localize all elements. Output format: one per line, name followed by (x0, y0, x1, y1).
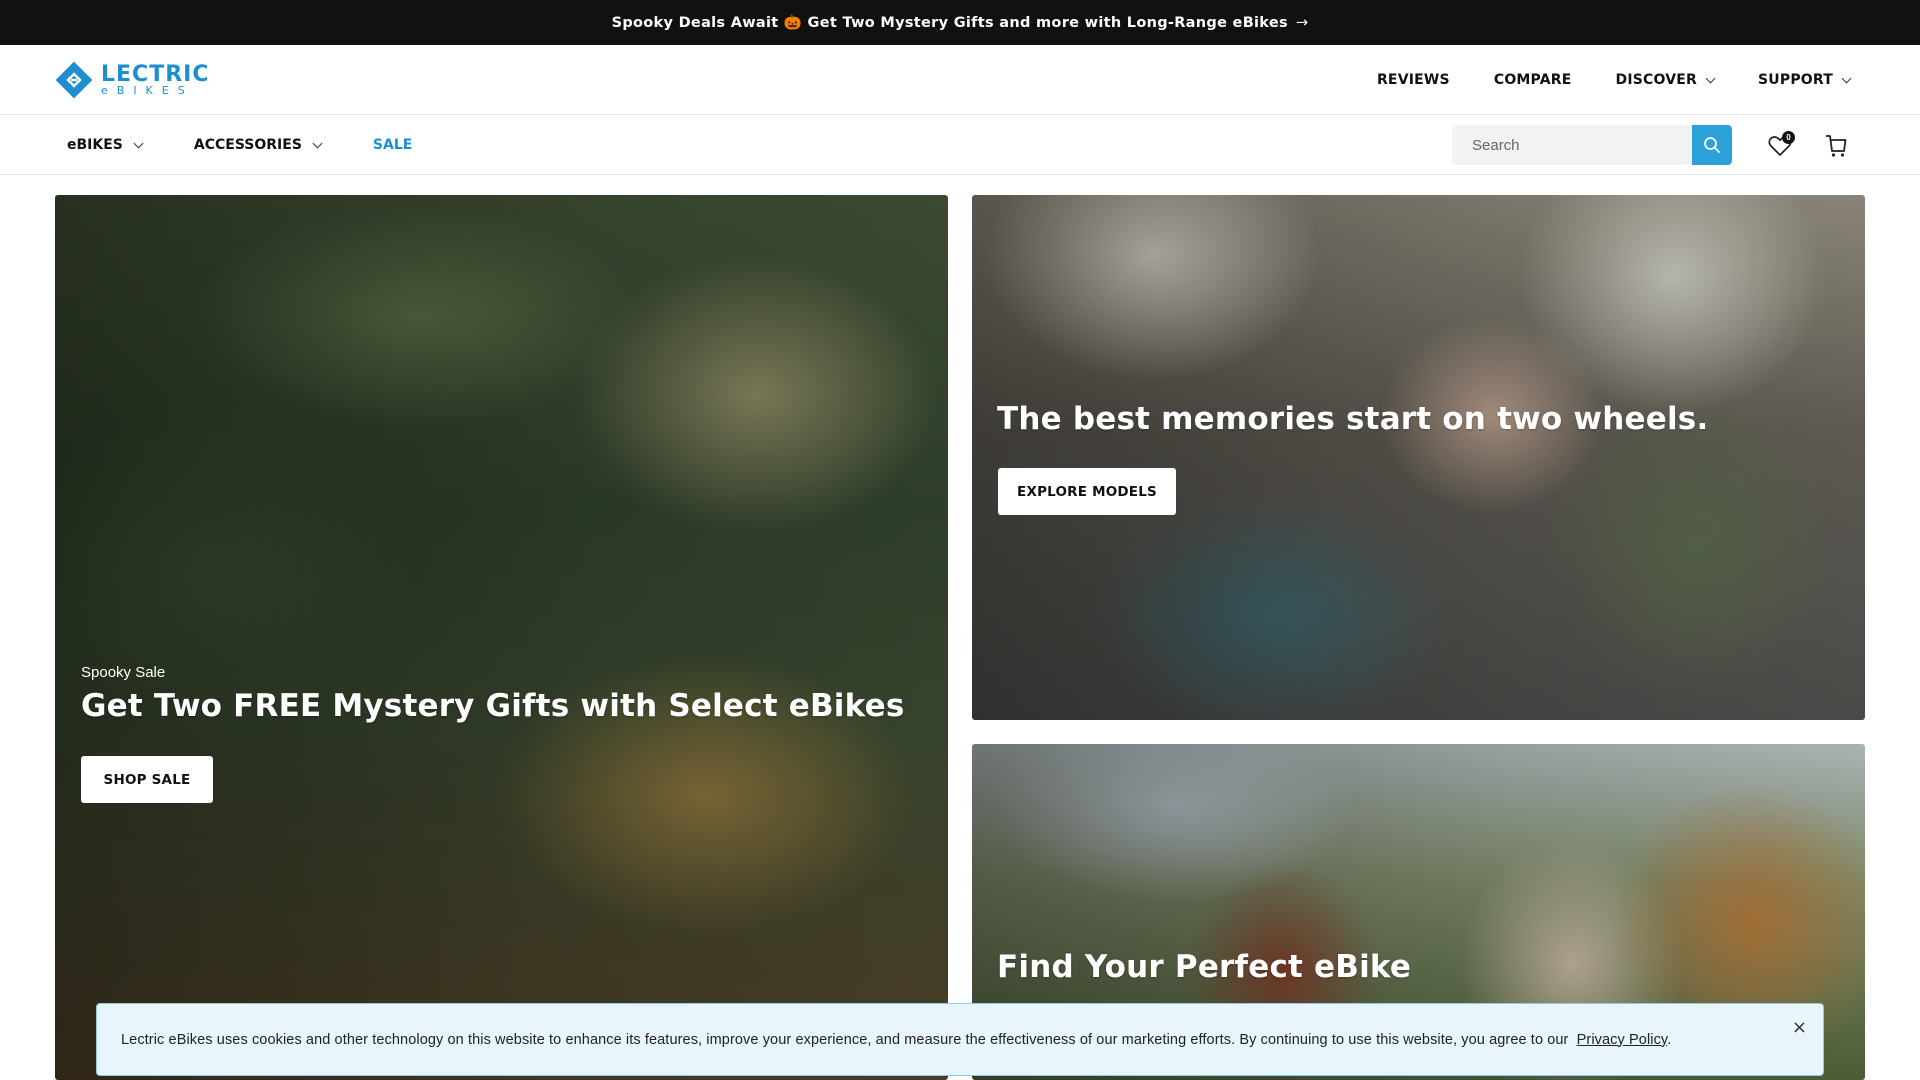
nav-ebikes-label: eBIKES (67, 137, 123, 153)
hero-spooky-sale[interactable]: Spooky Sale Get Two FREE Mystery Gifts w… (55, 195, 948, 1080)
hero-headline: Get Two FREE Mystery Gifts with Select e… (81, 688, 905, 724)
nav-support[interactable]: SUPPORT (1758, 72, 1852, 88)
secondary-header: eBIKES ACCESSORIES SALE 0 (0, 115, 1920, 175)
chevron-down-icon (312, 138, 323, 148)
search-icon (1704, 137, 1720, 153)
cookie-text: Lectric eBikes uses cookies and other te… (121, 1031, 1569, 1048)
cart-icon (1826, 135, 1847, 157)
search-bar (1452, 125, 1732, 165)
chevron-down-icon (1841, 73, 1852, 83)
announcement-text: Spooky Deals Await 🎃 Get Two Mystery Gif… (611, 15, 1288, 31)
cookie-banner: Lectric eBikes uses cookies and other te… (96, 1003, 1824, 1076)
nav-discover-label: DISCOVER (1615, 72, 1698, 88)
logo-mark-icon (55, 61, 93, 99)
search-button[interactable] (1692, 125, 1732, 165)
hero-find-bike-headline: Find Your Perfect eBike (997, 949, 1412, 985)
nav-ebikes[interactable]: eBIKES (67, 137, 144, 153)
nav-sale[interactable]: SALE (373, 137, 412, 153)
brand-logo[interactable]: LECTRIC eBIKES (55, 59, 209, 101)
wishlist-button[interactable]: 0 (1764, 130, 1796, 162)
cookie-message: Lectric eBikes uses cookies and other te… (121, 1031, 1672, 1048)
chevron-down-icon (133, 138, 144, 148)
wishlist-count-badge: 0 (1782, 131, 1795, 144)
nav-support-label: SUPPORT (1758, 72, 1833, 88)
nav-compare[interactable]: COMPARE (1494, 72, 1572, 88)
nav-accessories[interactable]: ACCESSORIES (193, 137, 323, 153)
top-navigation: REVIEWS COMPARE DISCOVER SUPPORT (1377, 45, 1852, 115)
nav-sale-label: SALE (372, 137, 413, 153)
hero-eyebrow: Spooky Sale (81, 664, 166, 681)
shop-sale-button[interactable]: SHOP SALE (81, 756, 213, 803)
nav-discover[interactable]: DISCOVER (1615, 72, 1716, 88)
chevron-down-icon (1705, 73, 1716, 83)
privacy-policy-link[interactable]: Privacy Policy (1577, 1032, 1668, 1048)
nav-reviews-label: REVIEWS (1376, 72, 1450, 88)
nav-accessories-label: ACCESSORIES (193, 137, 302, 153)
nav-reviews[interactable]: REVIEWS (1377, 72, 1450, 88)
hero-memories[interactable]: The best memories start on two wheels. E… (972, 195, 1865, 720)
nav-compare-label: COMPARE (1493, 72, 1572, 88)
logo-wordmark: LECTRIC (101, 62, 210, 87)
logo-subtext: eBIKES (101, 84, 194, 97)
arrow-right-icon: → (1295, 14, 1309, 31)
category-navigation: eBIKES ACCESSORIES SALE (67, 115, 412, 175)
close-icon[interactable]: × (1792, 1017, 1807, 1038)
announcement-bar[interactable]: Spooky Deals Await 🎃 Get Two Mystery Gif… (0, 0, 1920, 45)
cart-button[interactable] (1820, 130, 1852, 162)
search-input[interactable] (1452, 125, 1692, 165)
hero-memories-headline: The best memories start on two wheels. (997, 401, 1709, 437)
main-header: LECTRIC eBIKES REVIEWS COMPARE DISCOVER … (0, 45, 1920, 115)
explore-models-button[interactable]: EXPLORE MODELS (998, 468, 1176, 515)
